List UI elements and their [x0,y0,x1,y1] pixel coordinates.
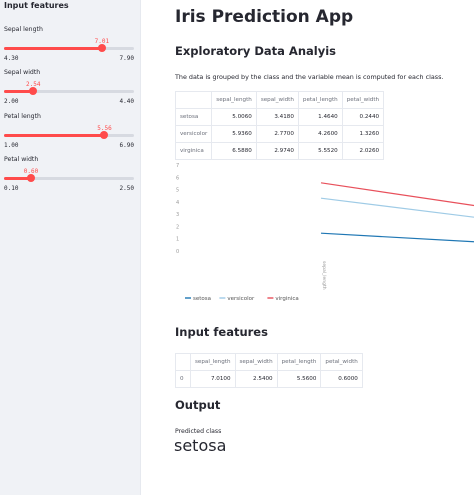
slider-thumb[interactable] [100,131,109,139]
table-cell: 1.3260 [341,125,385,143]
y-tick-label: 1 [176,237,179,243]
sidebar-title: Input features [4,1,69,10]
table-cell: 4.2600 [297,125,343,143]
y-tick-label: 5 [176,188,179,194]
table-cell: 5.5600 [276,370,322,388]
table-cell: 2.5400 [234,370,278,388]
table-header-cell[interactable]: petal_length [297,91,343,109]
series-line-versicolor [320,197,474,218]
table-header-cell[interactable]: sepal_length [190,353,236,371]
predicted-class-value: setosa [174,436,227,455]
predicted-class-label: Predicted class [175,428,222,435]
slider-thumb[interactable] [29,87,38,95]
table-header-cell[interactable]: petal_width [341,91,385,109]
slider-max: 2.50 [119,185,134,192]
y-tick-label: 6 [176,175,179,181]
input-features-heading: Input features [175,325,268,339]
table-cell: virginica [174,142,213,160]
slider-petal-width[interactable]: Petal width 0.60 0.10 2.50 [4,156,134,194]
table-header-cell[interactable]: petal_length [276,353,322,371]
x-tick-label: sepal_length [321,261,327,290]
y-tick-label: 7 [176,163,179,169]
class-mean-table: sepal_length sepal_width petal_length petal… [174,91,385,160]
table-header-cell[interactable]: petal_width [320,353,363,371]
table-cell: 5.5520 [297,142,343,160]
slider-max: 6.90 [119,142,134,149]
table-cell: 0.2440 [341,108,385,126]
slider-track[interactable] [4,174,134,182]
legend-label-setosa: setosa [193,296,211,302]
slider-sepal-width[interactable]: Sepal width 2.54 2.00 4.40 [4,69,134,107]
table-cell: 5.9360 [211,125,257,143]
eda-description: The data is grouped by the class and the… [175,73,444,81]
table-cell: 1.4640 [297,108,343,126]
slider-petal-length[interactable]: Petal length 5.56 1.00 6.90 [4,113,134,151]
sidebar: Input features Sepal length 7.01 4.30 7.90 S… [0,0,141,495]
table-cell: 6.5880 [211,142,257,160]
slider-label: Petal length [4,113,41,120]
slider-fill [4,47,102,50]
table-cell: versicolor [174,125,213,143]
table-cell: 7.0100 [190,370,236,388]
table-header-cell[interactable] [174,91,213,109]
table-row: versicolor 5.9360 2.7700 4.2600 1.3260 [174,125,385,143]
input-features-table: sepal_length sepal_width petal_length petal… [175,353,363,388]
table-header-cell[interactable] [175,353,191,371]
table-cell: 3.4180 [255,108,299,126]
series-line-virginica [320,182,474,207]
series-line-setosa [320,232,474,243]
y-tick-label: 4 [176,200,179,206]
page-title: Iris Prediction App [175,7,354,27]
table-row: 0 7.0100 2.5400 5.5600 0.6000 [175,370,363,388]
table-header-cell[interactable]: sepal_width [255,91,299,109]
slider-min: 4.30 [4,55,19,62]
table-row: virginica 6.5880 2.9740 5.5520 2.0260 [174,142,385,160]
slider-thumb[interactable] [27,174,36,182]
slider-min: 0.10 [4,185,19,192]
slider-max: 7.90 [119,55,134,62]
slider-track[interactable] [4,44,134,52]
slider-label: Petal width [4,156,39,163]
main-content: Iris Prediction App Exploratory Data Ana… [141,0,474,495]
table-cell: 2.0260 [341,142,385,160]
table-cell: 2.7700 [255,125,299,143]
table-header-row: sepal_length sepal_width petal_length petal… [175,353,363,371]
legend-label-versicolor: versicolor [227,296,255,302]
y-tick-label: 2 [176,224,179,230]
table-header-cell[interactable]: sepal_length [211,91,257,109]
table-cell: setosa [174,108,213,126]
output-heading: Output [175,398,221,412]
eda-heading: Exploratory Data Analyis [175,44,336,58]
table-cell: 0.6000 [320,370,363,388]
legend-label-virginica: virginica [275,296,298,302]
y-tick-label: 3 [176,212,179,218]
slider-fill [4,134,105,137]
y-tick-label: 0 [176,249,179,255]
slider-sepal-length[interactable]: Sepal length 7.01 4.30 7.90 [4,26,134,64]
table-header-cell[interactable]: sepal_width [234,353,278,371]
slider-min: 2.00 [4,98,19,105]
slider-track[interactable] [4,87,134,95]
table-cell: 2.9740 [255,142,299,160]
table-cell: 0 [175,370,191,388]
slider-thumb[interactable] [97,44,106,52]
slider-label: Sepal length [4,26,43,33]
table-header-row: sepal_length sepal_width petal_length petal… [174,91,385,109]
slider-track[interactable] [4,131,134,139]
table-cell: 5.0060 [211,108,257,126]
slider-min: 1.00 [4,142,19,149]
class-mean-line-chart: 7 6 5 4 3 2 1 0 sepal_lengthsetosa versicolor virg… [176,163,474,302]
slider-label: Sepal width [4,69,41,76]
slider-max: 4.40 [119,98,134,105]
table-row: setosa 5.0060 3.4180 1.4640 0.2440 [174,108,385,126]
